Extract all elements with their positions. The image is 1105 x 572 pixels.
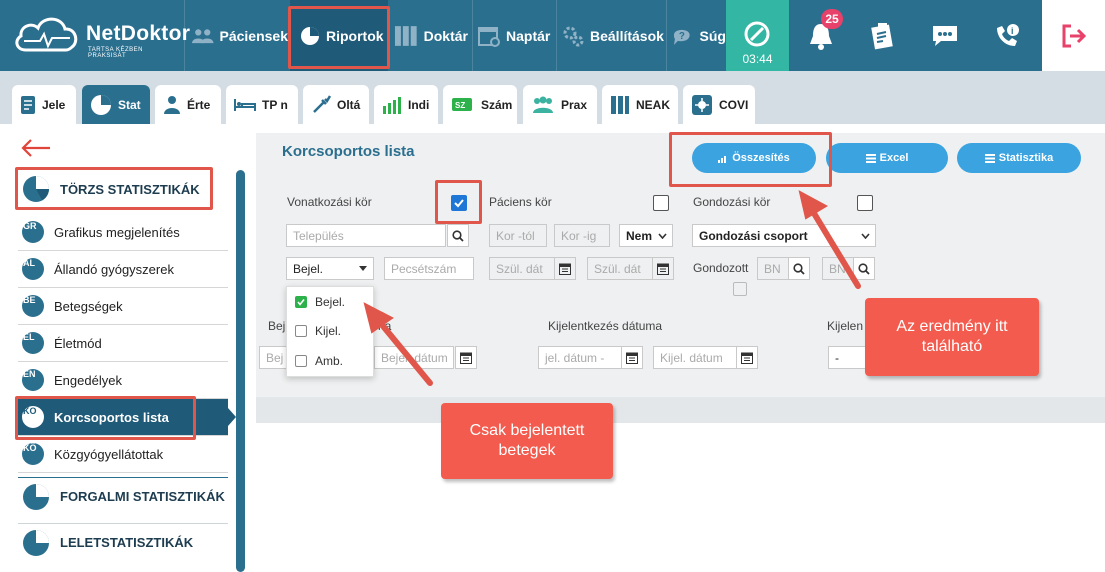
callout-result: Az eredmény itt található	[865, 298, 1039, 376]
annotation-arrows	[363, 190, 861, 386]
callout-only-reported: Csak bejelentett betegek	[441, 403, 613, 479]
